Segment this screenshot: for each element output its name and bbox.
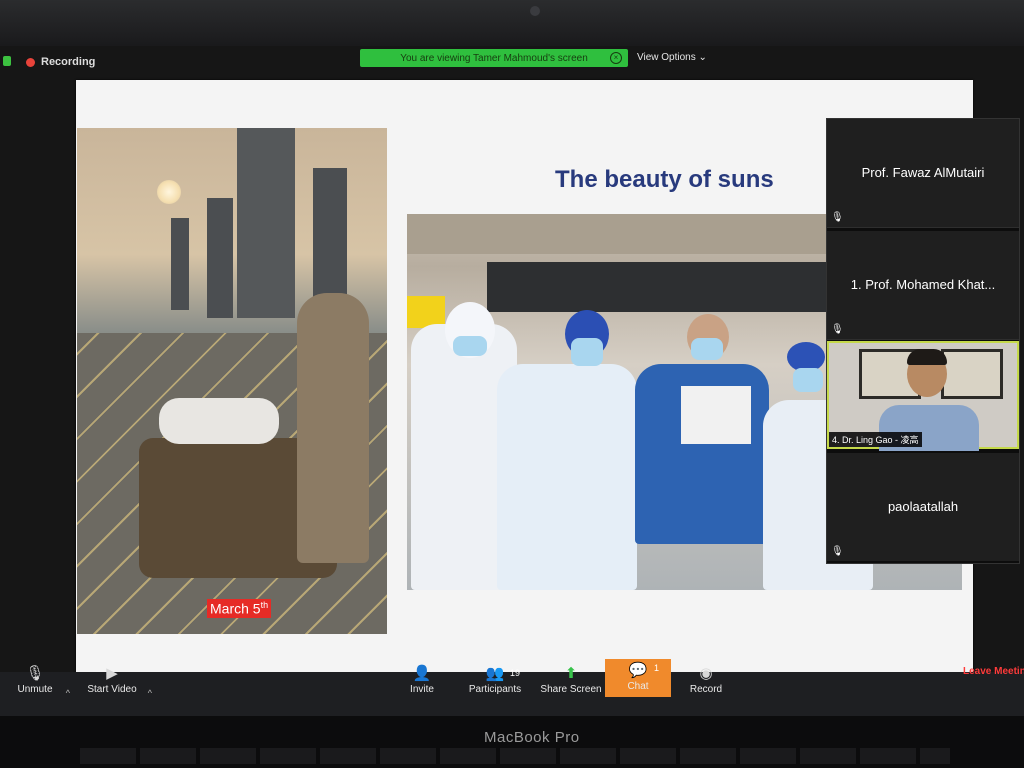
- sun: [157, 180, 181, 204]
- invite-button[interactable]: 👤 Invite: [404, 665, 440, 696]
- record-icon: ◉: [699, 665, 713, 682]
- building: [171, 218, 189, 310]
- viewing-banner: You are viewing Tamer Mahmoud's screen ×: [360, 49, 628, 67]
- participant-tile-active-speaker[interactable]: 4. Dr. Ling Gao - 凌高: [827, 341, 1019, 451]
- mic-muted-icon: 🎙: [831, 324, 844, 335]
- participant-tile[interactable]: 1. Prof. Mohamed Khat... 🎙: [827, 231, 1019, 340]
- laptop-bezel: [0, 0, 1024, 48]
- view-options-button[interactable]: View Options ⌄: [637, 52, 707, 63]
- record-label: Record: [689, 684, 723, 695]
- record-button[interactable]: ◉ Record: [686, 665, 726, 696]
- mic-muted-icon: 🎙: [25, 665, 45, 682]
- leave-meeting-button[interactable]: Leave Meeting: [963, 666, 1024, 677]
- chevron-down-icon: ⌄: [698, 52, 707, 63]
- date-badge-sup: th: [260, 600, 269, 610]
- hospital-sunset-photo: [77, 128, 387, 634]
- chevron-up-icon[interactable]: ^: [148, 688, 152, 698]
- share-screen-label: Share Screen: [540, 684, 602, 695]
- chevron-up-icon[interactable]: ^: [66, 688, 70, 698]
- video-off-icon: ▶: [106, 665, 118, 682]
- speaker-hair: [907, 349, 947, 365]
- participant-tile[interactable]: paolaatallah 🎙: [827, 453, 1019, 561]
- participants-icon: 👥: [485, 665, 505, 682]
- participants-count: 19: [510, 668, 521, 678]
- recording-indicator[interactable]: Recording: [26, 56, 95, 68]
- participant-name: 1. Prof. Mohamed Khat...: [850, 277, 996, 292]
- lock-icon: [3, 56, 11, 66]
- date-badge: March 5th: [207, 599, 272, 618]
- share-screen-icon: ⬆: [564, 665, 578, 682]
- chat-icon: 💬: [628, 662, 648, 679]
- participant-name: 4. Dr. Ling Gao - 凌高: [829, 432, 922, 447]
- unmute-button[interactable]: 🎙 Unmute ^: [12, 665, 70, 699]
- mic-muted-icon: 🎙: [831, 212, 844, 223]
- chat-label: Chat: [627, 681, 649, 692]
- participant-name: paolaatallah: [887, 499, 959, 514]
- invite-icon: 👤: [412, 665, 432, 682]
- participant-name: Prof. Fawaz AlMutairi: [861, 165, 985, 180]
- face-mask: [453, 336, 487, 356]
- device-label: MacBook Pro: [484, 729, 580, 746]
- building: [237, 128, 295, 318]
- close-icon[interactable]: ×: [610, 52, 622, 64]
- participant-tile[interactable]: Prof. Fawaz AlMutairi 🎙: [827, 119, 1019, 228]
- viewing-banner-text: You are viewing Tamer Mahmoud's screen: [400, 52, 588, 64]
- wall-picture: [941, 349, 1003, 399]
- face-mask: [691, 338, 723, 360]
- discharge-certificate: [681, 386, 751, 444]
- person-white-coat: [497, 364, 637, 590]
- bed-sheet: [159, 398, 279, 444]
- share-screen-button[interactable]: ⬆ Share Screen: [540, 665, 602, 696]
- recording-label: Recording: [41, 56, 96, 68]
- webcam: [530, 6, 540, 16]
- slide-title: The beauty of suns: [555, 166, 774, 193]
- building: [207, 198, 233, 318]
- view-options-label: View Options: [637, 52, 696, 63]
- start-video-button[interactable]: ▶ Start Video ^: [84, 665, 152, 699]
- keyboard-keys: [80, 748, 950, 764]
- window-band: [487, 262, 827, 312]
- start-video-label: Start Video: [87, 684, 137, 695]
- face-mask: [793, 368, 823, 392]
- face-mask: [571, 338, 603, 366]
- record-dot-icon: [26, 57, 35, 67]
- medical-worker: [297, 293, 369, 563]
- participant-gallery: Prof. Fawaz AlMutairi 🎙 1. Prof. Mohamed…: [826, 118, 1020, 564]
- mic-muted-icon: 🎙: [831, 546, 844, 557]
- unmute-label: Unmute: [17, 684, 53, 695]
- participants-label: Participants: [468, 684, 522, 695]
- date-badge-main: March 5: [210, 600, 261, 617]
- chat-button[interactable]: 💬 Chat: [605, 659, 671, 697]
- invite-label: Invite: [410, 684, 434, 695]
- chat-count: 1: [654, 663, 660, 673]
